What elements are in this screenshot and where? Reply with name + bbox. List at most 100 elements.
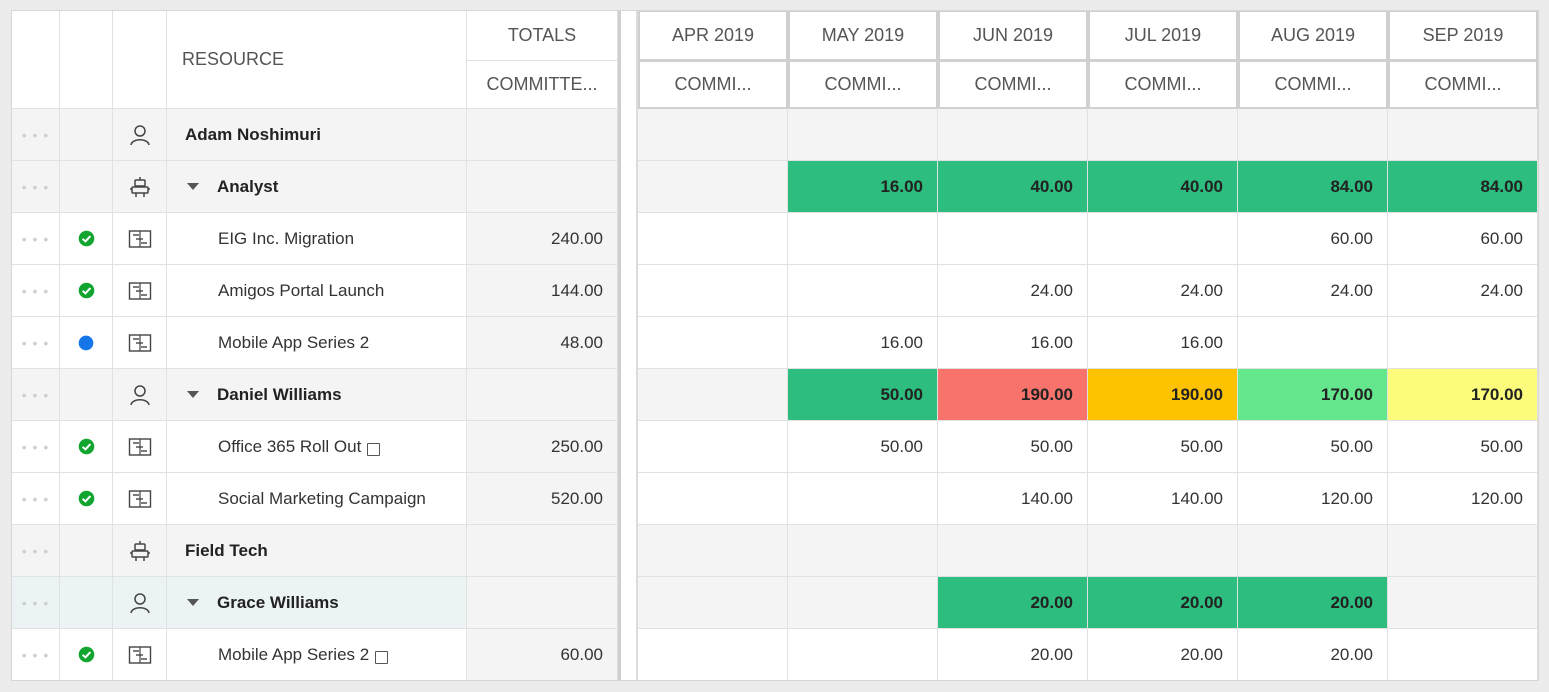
month-value-cell[interactable]: 40.00 — [1088, 161, 1238, 213]
row-name-cell[interactable]: Amigos Portal Launch — [167, 265, 467, 317]
month-value-cell[interactable] — [788, 265, 938, 317]
month-value-cell[interactable] — [638, 161, 788, 213]
row-drag-handle[interactable]: • • • — [12, 473, 60, 525]
month-value-cell[interactable]: 50.00 — [1388, 421, 1538, 473]
row-name-cell[interactable]: Analyst — [167, 161, 467, 213]
month-value-cell[interactable]: 140.00 — [1088, 473, 1238, 525]
month-value-cell[interactable]: 190.00 — [938, 369, 1088, 421]
month-value-cell[interactable]: 40.00 — [938, 161, 1088, 213]
month-value-cell[interactable] — [638, 265, 788, 317]
row-name-cell[interactable]: Field Tech — [167, 525, 467, 577]
pane-splitter[interactable] — [618, 11, 638, 680]
month-value-cell[interactable] — [1088, 525, 1238, 577]
month-header[interactable]: SEP 2019 — [1388, 11, 1538, 61]
expand-toggle-icon[interactable] — [187, 599, 199, 606]
note-icon[interactable] — [367, 443, 381, 456]
month-value-cell[interactable] — [638, 473, 788, 525]
row-name-cell[interactable]: Mobile App Series 2 — [167, 629, 467, 680]
month-value-cell[interactable] — [1088, 213, 1238, 265]
header-resource[interactable]: RESOURCE — [167, 11, 467, 109]
month-value-cell[interactable] — [788, 473, 938, 525]
month-value-cell[interactable] — [1238, 109, 1388, 161]
month-value-cell[interactable]: 50.00 — [1238, 421, 1388, 473]
month-header[interactable]: MAY 2019 — [788, 11, 938, 61]
month-value-cell[interactable]: 20.00 — [938, 629, 1088, 680]
month-value-cell[interactable]: 16.00 — [788, 161, 938, 213]
month-value-cell[interactable]: 170.00 — [1238, 369, 1388, 421]
row-drag-handle[interactable]: • • • — [12, 213, 60, 265]
month-value-cell[interactable] — [638, 629, 788, 680]
month-value-cell[interactable]: 16.00 — [788, 317, 938, 369]
month-header[interactable]: AUG 2019 — [1238, 11, 1388, 61]
month-value-cell[interactable]: 120.00 — [1388, 473, 1538, 525]
row-drag-handle[interactable]: • • • — [12, 317, 60, 369]
month-value-cell[interactable]: 24.00 — [938, 265, 1088, 317]
expand-toggle-icon[interactable] — [187, 391, 199, 398]
month-value-cell[interactable] — [1238, 317, 1388, 369]
note-icon[interactable] — [375, 651, 389, 664]
month-value-cell[interactable]: 60.00 — [1388, 213, 1538, 265]
month-value-cell[interactable] — [788, 577, 938, 629]
row-name-cell[interactable]: Grace Williams — [167, 577, 467, 629]
month-value-cell[interactable] — [788, 109, 938, 161]
month-value-cell[interactable] — [1388, 629, 1538, 680]
month-value-cell[interactable]: 84.00 — [1238, 161, 1388, 213]
month-value-cell[interactable]: 24.00 — [1388, 265, 1538, 317]
row-name-cell[interactable]: Daniel Williams — [167, 369, 467, 421]
row-name-cell[interactable]: Adam Noshimuri — [167, 109, 467, 161]
month-value-cell[interactable]: 60.00 — [1238, 213, 1388, 265]
month-committed-header[interactable]: COMMI... — [938, 61, 1088, 109]
header-totals-committed[interactable]: COMMITTE... — [467, 61, 618, 109]
month-value-cell[interactable] — [1238, 525, 1388, 577]
month-value-cell[interactable] — [638, 577, 788, 629]
month-value-cell[interactable] — [638, 213, 788, 265]
month-value-cell[interactable] — [638, 421, 788, 473]
month-value-cell[interactable]: 50.00 — [1088, 421, 1238, 473]
month-value-cell[interactable]: 120.00 — [1238, 473, 1388, 525]
month-header[interactable]: JUL 2019 — [1088, 11, 1238, 61]
row-drag-handle[interactable]: • • • — [12, 421, 60, 473]
month-value-cell[interactable] — [938, 213, 1088, 265]
month-value-cell[interactable] — [638, 369, 788, 421]
row-drag-handle[interactable]: • • • — [12, 369, 60, 421]
month-value-cell[interactable]: 20.00 — [1088, 629, 1238, 680]
row-drag-handle[interactable]: • • • — [12, 577, 60, 629]
row-name-cell[interactable]: Mobile App Series 2 — [167, 317, 467, 369]
month-value-cell[interactable]: 20.00 — [1238, 577, 1388, 629]
month-value-cell[interactable]: 50.00 — [788, 369, 938, 421]
month-value-cell[interactable]: 190.00 — [1088, 369, 1238, 421]
month-value-cell[interactable] — [1388, 109, 1538, 161]
month-committed-header[interactable]: COMMI... — [1388, 61, 1538, 109]
month-committed-header[interactable]: COMMI... — [788, 61, 938, 109]
row-name-cell[interactable]: Office 365 Roll Out — [167, 421, 467, 473]
month-committed-header[interactable]: COMMI... — [638, 61, 788, 109]
month-header[interactable]: JUN 2019 — [938, 11, 1088, 61]
row-drag-handle[interactable]: • • • — [12, 109, 60, 161]
month-value-cell[interactable] — [1388, 577, 1538, 629]
month-value-cell[interactable]: 24.00 — [1238, 265, 1388, 317]
month-value-cell[interactable] — [938, 525, 1088, 577]
month-value-cell[interactable]: 170.00 — [1388, 369, 1538, 421]
month-value-cell[interactable] — [638, 525, 788, 577]
row-drag-handle[interactable]: • • • — [12, 525, 60, 577]
month-value-cell[interactable] — [788, 525, 938, 577]
month-value-cell[interactable]: 20.00 — [1238, 629, 1388, 680]
row-name-cell[interactable]: EIG Inc. Migration — [167, 213, 467, 265]
month-value-cell[interactable] — [938, 109, 1088, 161]
month-value-cell[interactable]: 16.00 — [938, 317, 1088, 369]
month-value-cell[interactable]: 16.00 — [1088, 317, 1238, 369]
month-value-cell[interactable]: 50.00 — [938, 421, 1088, 473]
month-value-cell[interactable] — [1088, 109, 1238, 161]
month-header[interactable]: APR 2019 — [638, 11, 788, 61]
month-value-cell[interactable]: 24.00 — [1088, 265, 1238, 317]
month-value-cell[interactable]: 50.00 — [788, 421, 938, 473]
month-value-cell[interactable]: 20.00 — [938, 577, 1088, 629]
row-drag-handle[interactable]: • • • — [12, 161, 60, 213]
month-value-cell[interactable]: 20.00 — [1088, 577, 1238, 629]
row-name-cell[interactable]: Social Marketing Campaign — [167, 473, 467, 525]
row-drag-handle[interactable]: • • • — [12, 265, 60, 317]
month-value-cell[interactable] — [788, 213, 938, 265]
month-value-cell[interactable] — [1388, 525, 1538, 577]
month-value-cell[interactable] — [638, 317, 788, 369]
row-drag-handle[interactable]: • • • — [12, 629, 60, 680]
